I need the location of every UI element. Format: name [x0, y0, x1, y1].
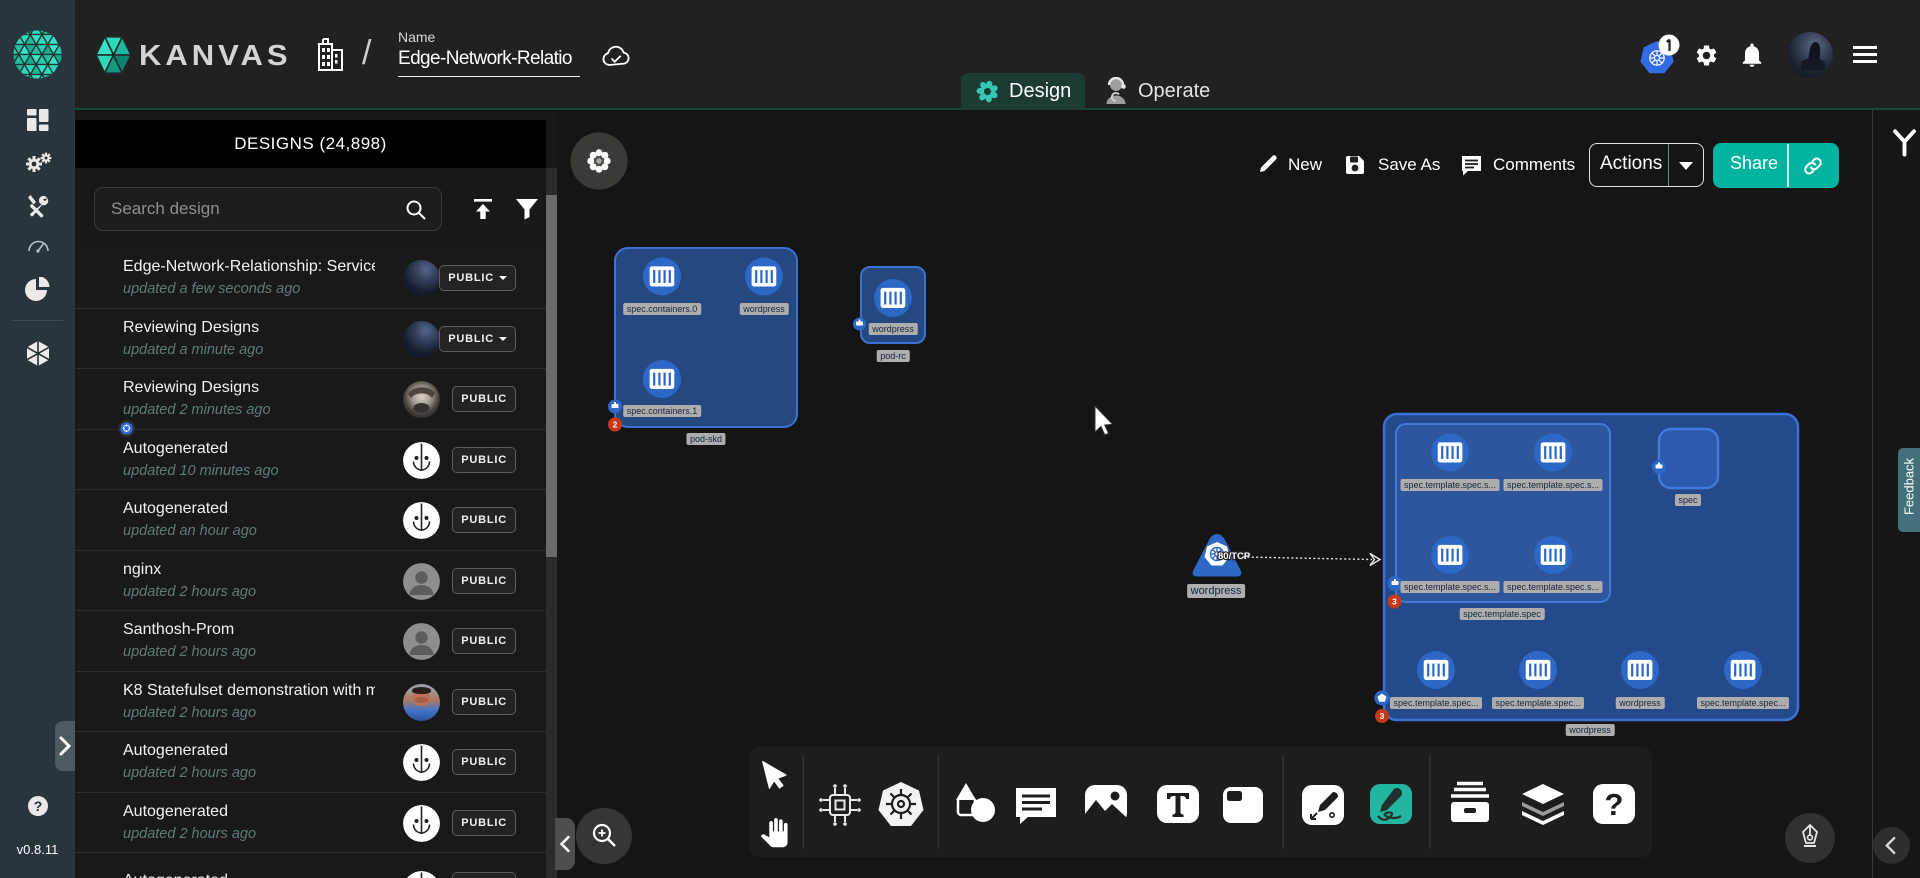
svg-text:?: ?	[1605, 787, 1624, 822]
svg-text:3: 3	[1392, 597, 1397, 607]
svg-text:?: ?	[34, 798, 43, 814]
svg-text:3: 3	[1380, 711, 1385, 721]
svg-text:80/TCP: 80/TCP	[1218, 551, 1251, 562]
svg-text:2: 2	[613, 420, 618, 430]
